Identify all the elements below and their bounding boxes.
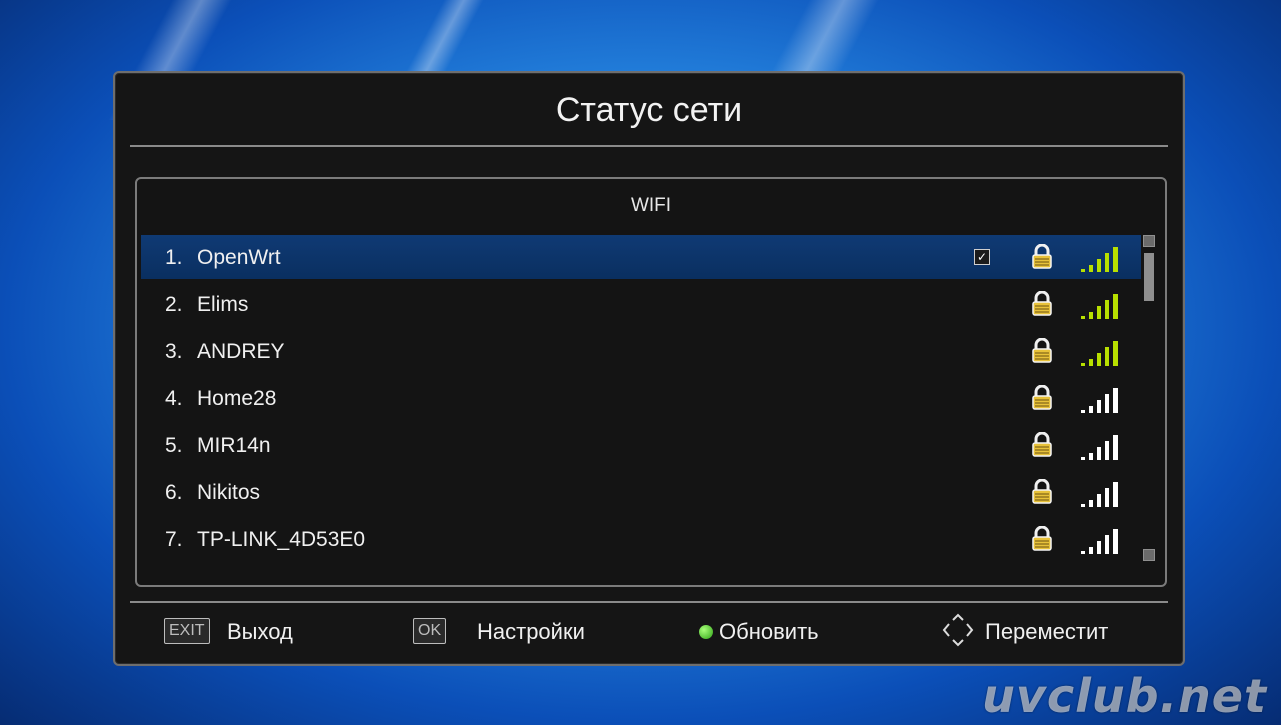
exit-key-icon: EXIT xyxy=(164,618,210,644)
network-name: Nikitos xyxy=(197,481,261,504)
move-label[interactable]: Переместит xyxy=(985,619,1108,645)
lock-icon xyxy=(1032,338,1052,363)
lock-icon xyxy=(1032,526,1052,551)
network-row[interactable]: 7. TP-LINK_4D53E0 xyxy=(141,517,1141,561)
network-number: 1. xyxy=(165,246,183,269)
network-row[interactable]: 6. Nikitos xyxy=(141,470,1141,514)
exit-label[interactable]: Выход xyxy=(227,619,293,645)
lock-icon xyxy=(1032,479,1052,504)
lock-icon xyxy=(1032,291,1052,316)
list-header: WIFI xyxy=(630,195,672,216)
scroll-thumb[interactable] xyxy=(1144,253,1154,301)
network-number: 4. xyxy=(165,387,183,410)
network-name: ANDREY xyxy=(197,340,285,363)
network-number: 5. xyxy=(165,434,183,457)
lock-icon xyxy=(1032,244,1052,269)
scroll-down-arrow[interactable] xyxy=(1143,549,1155,561)
network-row[interactable]: 5. MIR14n xyxy=(141,423,1141,467)
network-status-dialog: Статус сети WIFI 1. OpenWrt ✓ 2. Elims 3. ANDR… xyxy=(113,71,1185,666)
network-name: OpenWrt xyxy=(197,246,281,269)
signal-strength-icon xyxy=(1081,341,1118,366)
network-name: Home28 xyxy=(197,387,277,410)
network-row[interactable]: 3. ANDREY xyxy=(141,329,1141,373)
network-row[interactable]: 4. Home28 xyxy=(141,376,1141,420)
signal-strength-icon xyxy=(1081,294,1118,319)
watermark-logo: uvclub.net xyxy=(982,669,1267,723)
network-number: 6. xyxy=(165,481,183,504)
network-name: Elims xyxy=(197,293,249,316)
network-row[interactable]: 1. OpenWrt ✓ xyxy=(141,235,1141,279)
network-row[interactable]: 2. Elims xyxy=(141,282,1141,326)
signal-strength-icon xyxy=(1081,247,1118,272)
footer-divider xyxy=(130,601,1168,603)
dialog-title: Статус сети xyxy=(555,91,743,129)
network-number: 7. xyxy=(165,528,183,551)
navigation-arrows-icon xyxy=(942,613,974,647)
scrollbar[interactable] xyxy=(1143,235,1155,575)
signal-strength-icon xyxy=(1081,388,1118,413)
network-number: 3. xyxy=(165,340,183,363)
refresh-label[interactable]: Обновить xyxy=(719,619,819,645)
connected-checkbox-icon: ✓ xyxy=(974,249,990,265)
ok-key-icon: OK xyxy=(413,618,447,644)
scroll-up-arrow[interactable] xyxy=(1143,235,1155,247)
network-name: TP-LINK_4D53E0 xyxy=(197,528,366,551)
lock-icon xyxy=(1032,432,1052,457)
title-divider xyxy=(130,145,1168,147)
footer-bar: EXIT Выход OK Настройки Обновить Перемес… xyxy=(115,608,1183,653)
settings-label[interactable]: Настройки xyxy=(477,619,585,645)
green-button-icon xyxy=(699,625,713,639)
network-name: MIR14n xyxy=(197,434,271,457)
wifi-network-list: WIFI 1. OpenWrt ✓ 2. Elims 3. ANDREY 4. Home28 5.… xyxy=(135,177,1167,587)
signal-strength-icon xyxy=(1081,529,1118,554)
signal-strength-icon xyxy=(1081,435,1118,460)
lock-icon xyxy=(1032,385,1052,410)
signal-strength-icon xyxy=(1081,482,1118,507)
network-number: 2. xyxy=(165,293,183,316)
